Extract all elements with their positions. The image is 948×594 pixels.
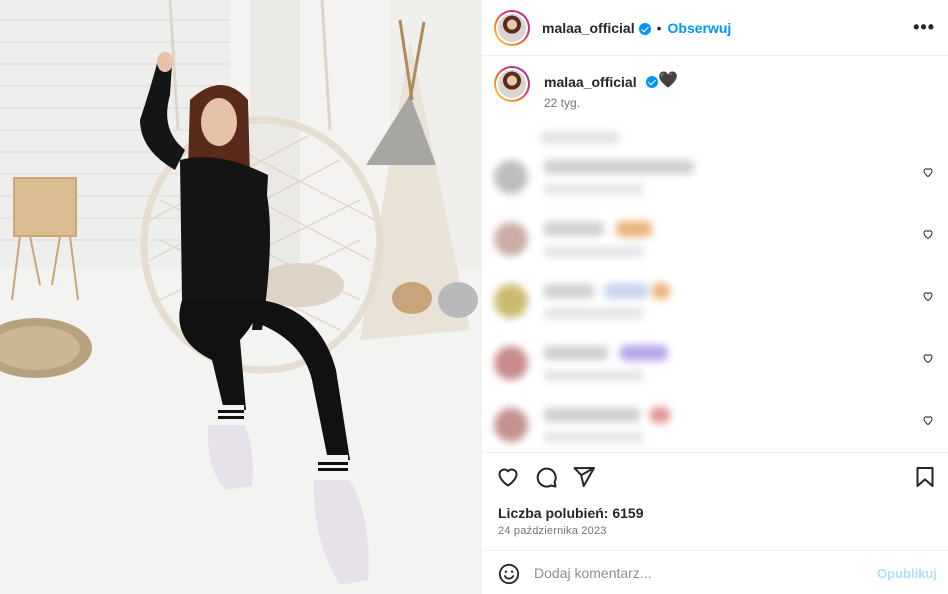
blurred-emoji — [620, 345, 668, 361]
username-link[interactable]: malaa_official — [542, 20, 635, 36]
blurred-meta — [544, 308, 644, 319]
comment-input[interactable] — [534, 561, 864, 585]
more-options-icon[interactable]: ••• — [913, 18, 935, 36]
blurred-emoji — [604, 283, 648, 299]
blurred-emoji — [652, 283, 670, 299]
heart-outline-icon[interactable] — [922, 414, 934, 426]
heart-outline-icon[interactable] — [922, 228, 934, 240]
share-icon[interactable] — [572, 465, 596, 489]
follow-button[interactable]: Obserwuj — [668, 20, 732, 36]
publish-button[interactable]: Opublikuj — [877, 566, 937, 581]
post-actions — [482, 452, 948, 502]
blurred-comment — [544, 408, 640, 422]
blurred-comment — [544, 160, 694, 174]
post-time[interactable]: 22 tyg. — [544, 96, 580, 110]
caption: malaa_official 🖤 22 tyg. — [494, 66, 934, 114]
list-item — [494, 278, 934, 332]
verified-badge-icon — [638, 22, 651, 35]
heart-outline-icon[interactable] — [922, 352, 934, 364]
heart-outline-icon[interactable] — [922, 290, 934, 302]
list-item — [494, 402, 934, 452]
avatar[interactable] — [494, 222, 528, 256]
list-item — [494, 216, 934, 270]
post-image — [0, 0, 481, 594]
post-photo[interactable] — [0, 0, 481, 594]
blurred-comment — [544, 284, 594, 298]
likes-count[interactable]: Liczba polubień: 6159 — [498, 505, 643, 521]
post-date: 24 października 2023 — [498, 525, 607, 537]
blurred-comment — [544, 222, 604, 236]
blurred-comment — [544, 346, 608, 360]
blurred-meta — [544, 246, 644, 257]
heart-outline-icon[interactable] — [922, 166, 934, 178]
list-item — [494, 154, 934, 208]
avatar[interactable] — [494, 9, 530, 46]
bookmark-icon[interactable] — [913, 465, 937, 489]
avatar[interactable] — [494, 408, 528, 442]
verified-badge-icon — [646, 76, 658, 88]
comments-list[interactable] — [482, 122, 948, 452]
list-item — [494, 340, 934, 394]
blurred-meta — [544, 432, 644, 443]
caption-avatar[interactable] — [494, 66, 530, 102]
avatar[interactable] — [494, 284, 528, 318]
caption-text: 🖤 — [658, 72, 678, 89]
avatar[interactable] — [494, 346, 528, 380]
blurred-text — [540, 132, 620, 144]
smiley-icon[interactable] — [498, 563, 520, 585]
post-header: malaa_official • Obserwuj ••• — [482, 0, 948, 56]
separator-dot: • — [656, 19, 662, 36]
heart-icon[interactable] — [496, 465, 520, 489]
blurred-emoji — [650, 407, 670, 423]
blurred-meta — [544, 184, 644, 195]
blurred-emoji — [616, 221, 652, 237]
post-panel: malaa_official • Obserwuj ••• malaa_offi… — [481, 0, 948, 594]
comment-composer: Opublikuj — [482, 550, 948, 594]
caption-username-link[interactable]: malaa_official — [544, 74, 637, 90]
comment-icon[interactable] — [534, 465, 558, 489]
avatar[interactable] — [494, 160, 528, 194]
blurred-meta — [544, 370, 644, 381]
